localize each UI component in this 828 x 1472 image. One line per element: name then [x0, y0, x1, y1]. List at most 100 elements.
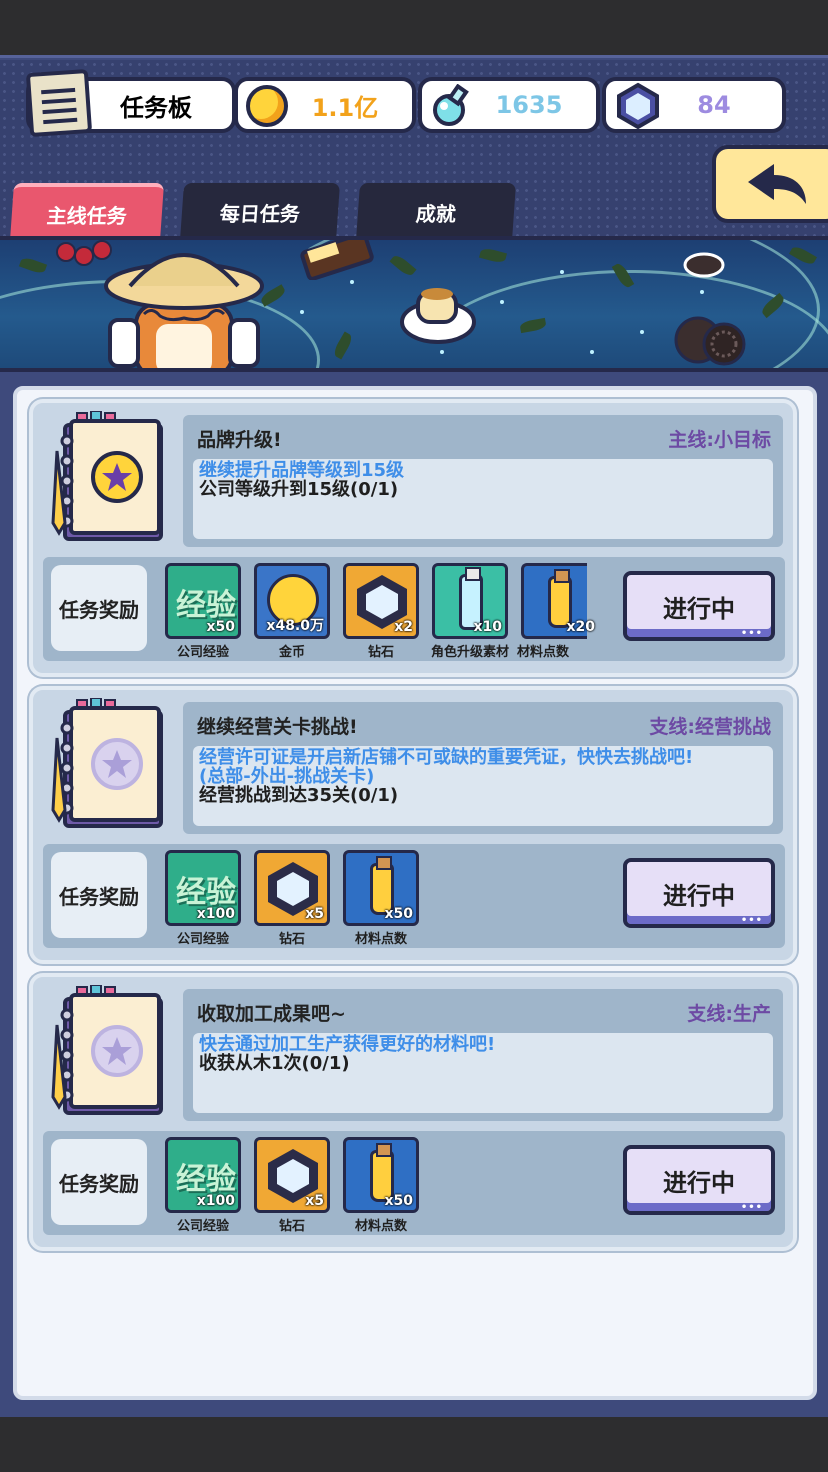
- tab-label: 每日任务: [219, 201, 301, 226]
- leaf: [18, 255, 48, 276]
- quest-info: 品牌升级! 主线:小目标 继续提升品牌等级到15级 公司等级升到15级(0/1): [183, 415, 783, 547]
- sparkle: [300, 310, 304, 314]
- quest-description: 继续提升品牌等级到15级 公司等级升到15级(0/1): [193, 459, 773, 539]
- quest-goal: 快去通过加工生产获得更好的材料吧!: [199, 1034, 496, 1055]
- quest-progress: 收获从木1次(0/1): [199, 1053, 350, 1074]
- reward-name: 钻石: [278, 1219, 305, 1234]
- reward-count: x50: [384, 906, 413, 922]
- quest-card: 品牌升级! 主线:小目标 继续提升品牌等级到15级 公司等级升到15级(0/1)…: [29, 399, 797, 677]
- sparkle: [350, 280, 354, 284]
- potion-bottle-icon[interactable]: x10: [432, 563, 508, 639]
- quest-info: 继续经营关卡挑战! 支线:经营挑战 经营许可证是开启新店铺不可或缺的重要凭证，快…: [183, 702, 783, 834]
- quest-tag: 主线:小目标: [668, 429, 771, 451]
- reward-name: 角色升级素材: [430, 645, 509, 660]
- tab-label: 主线任务: [45, 203, 128, 228]
- cookies-icon: [674, 316, 746, 366]
- quest-title: 继续经营关卡挑战!: [197, 716, 358, 738]
- exp-icon-text: 经验: [176, 875, 236, 910]
- quest-notebook-icon: [51, 985, 163, 1115]
- quest-goal: 经营许可证是开启新店铺不可或缺的重要凭证，快快去挑战吧!: [199, 747, 694, 768]
- reward-name: 公司经验: [176, 932, 229, 947]
- reward-name: 钻石: [278, 932, 305, 947]
- reward-name: 材料点数: [354, 932, 407, 947]
- quest-notebook-gold-icon: [51, 411, 163, 541]
- straw-hat-cat-character: [104, 253, 264, 368]
- reward-name: 材料点数: [354, 1219, 407, 1234]
- quest-progress: 经营挑战到达35关(0/1): [199, 785, 399, 806]
- scene-banner: [0, 236, 828, 372]
- sparkle: [440, 350, 444, 354]
- quest-tag: 支线:经营挑战: [649, 716, 771, 738]
- material-bottle-icon[interactable]: x50: [343, 850, 419, 926]
- quest-hint: (总部-外出-挑战关卡): [199, 766, 375, 787]
- reward-name: 公司经验: [176, 1219, 229, 1234]
- quest-tag: 支线:生产: [687, 1003, 771, 1025]
- reward-name: 钻石: [367, 645, 394, 660]
- material-bottle-icon[interactable]: x20: [521, 563, 595, 639]
- reward-count: x100: [196, 1193, 235, 1209]
- reward-name: 材料点数: [517, 645, 570, 660]
- reward-count: x20: [566, 619, 595, 635]
- reward-name: 公司经验: [176, 645, 229, 660]
- in-progress-button[interactable]: 进行中: [623, 1145, 775, 1215]
- exp-icon[interactable]: 经验 x100: [165, 850, 241, 926]
- reward-count: x50: [206, 619, 235, 635]
- reward-label: 任务奖励: [51, 565, 147, 651]
- quest-progress: 公司等级升到15级(0/1): [199, 479, 399, 500]
- reward-name: 金币: [278, 645, 305, 660]
- in-progress-button[interactable]: 进行中: [623, 858, 775, 928]
- cake-slice-icon: [300, 240, 374, 280]
- quest-title: 品牌升级!: [197, 429, 282, 451]
- sparkle: [560, 270, 564, 274]
- quest-title: 收取加工成果吧~: [197, 1003, 346, 1025]
- quest-description: 快去通过加工生产获得更好的材料吧! 收获从木1次(0/1): [193, 1033, 773, 1113]
- gem-icon: [617, 82, 659, 130]
- quest-description: 经营许可证是开启新店铺不可或缺的重要凭证，快快去挑战吧! (总部-外出-挑战关卡…: [193, 746, 773, 826]
- tab-achievements[interactable]: 成就: [355, 183, 517, 241]
- gold-value: 1.1亿: [311, 93, 379, 122]
- sparkle: [590, 350, 594, 354]
- reward-count: x2: [394, 619, 413, 635]
- tab-daily-quests[interactable]: 每日任务: [179, 183, 341, 241]
- quest-card: 收取加工成果吧~ 支线:生产 快去通过加工生产获得更好的材料吧! 收获从木1次(…: [29, 973, 797, 1251]
- page-title: 任务板: [120, 93, 192, 122]
- tab-main-quests[interactable]: 主线任务: [9, 183, 165, 241]
- reward-label: 任务奖励: [51, 852, 147, 938]
- reward-count: x48.0万: [266, 618, 324, 634]
- reward-count: x50: [384, 1193, 413, 1209]
- cookie-icon: [683, 252, 725, 278]
- tab-label: 成就: [415, 201, 457, 226]
- sparkle: [700, 290, 704, 294]
- reward-count: x10: [473, 619, 502, 635]
- diamond-icon[interactable]: x5: [254, 1137, 330, 1213]
- material-bottle-icon[interactable]: x50: [343, 1137, 419, 1213]
- pudding-plate-icon: [400, 288, 476, 344]
- exp-icon[interactable]: 经验 x100: [165, 1137, 241, 1213]
- quest-info: 收取加工成果吧~ 支线:生产 快去通过加工生产获得更好的材料吧! 收获从木1次(…: [183, 989, 783, 1121]
- in-progress-button[interactable]: 进行中: [623, 571, 775, 641]
- task-board-icon: [25, 68, 93, 138]
- reward-count: x5: [305, 1193, 324, 1209]
- bottom-bar: [0, 1417, 828, 1472]
- sparkle: [640, 330, 644, 334]
- quest-card: 继续经营关卡挑战! 支线:经营挑战 经营许可证是开启新店铺不可或缺的重要凭证，快…: [29, 686, 797, 964]
- reward-count: x5: [305, 906, 324, 922]
- reward-row: 任务奖励 经验 x50 公司经验 x48.0万 金币 x2 钻石 x10 角色升级…: [43, 557, 785, 661]
- back-button[interactable]: [712, 145, 828, 223]
- gem-value: 84: [697, 91, 731, 119]
- sparkle: [500, 300, 504, 304]
- diamond-icon[interactable]: x5: [254, 850, 330, 926]
- diamond-icon[interactable]: x2: [343, 563, 419, 639]
- reward-count: x100: [196, 906, 235, 922]
- reward-row: 任务奖励 经验 x100 公司经验 x5 钻石 x50 材料点数 进行中: [43, 1131, 785, 1235]
- potion-value: 1635: [495, 91, 563, 119]
- back-arrow-icon: [748, 164, 806, 204]
- gold-coin-icon: [246, 85, 288, 127]
- reward-row: 任务奖励 经验 x100 公司经验 x5 钻石 x50 材料点数 进行中: [43, 844, 785, 948]
- reward-label: 任务奖励: [51, 1139, 147, 1225]
- exp-icon-text: 经验: [176, 588, 236, 623]
- gold-coin-icon[interactable]: x48.0万: [254, 563, 330, 639]
- quest-goal: 继续提升品牌等级到15级: [199, 460, 405, 481]
- exp-icon[interactable]: 经验 x50: [165, 563, 241, 639]
- quest-notebook-icon: [51, 698, 163, 828]
